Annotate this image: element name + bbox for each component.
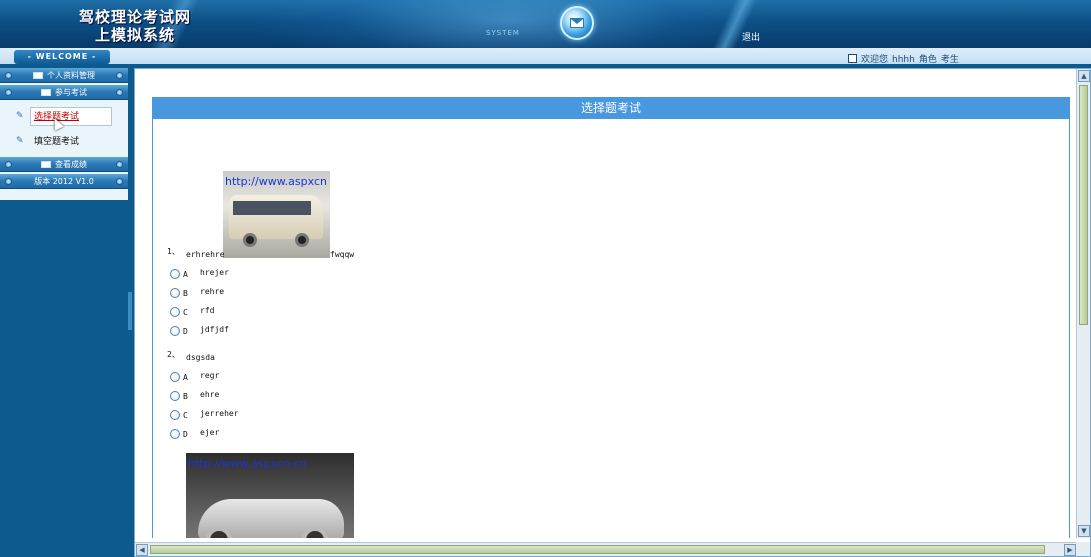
- user-info: 欢迎您 hhhh 角色 考生: [848, 52, 963, 65]
- menu-take-exam[interactable]: 参与考试: [0, 85, 128, 100]
- scroll-corner: [1076, 542, 1090, 556]
- scroll-thumb[interactable]: [150, 545, 1045, 554]
- sidebar-item-choice-exam[interactable]: ✎ 选择题考试: [0, 106, 128, 128]
- role-label: 角色: [918, 55, 937, 65]
- mail-globe-icon: [560, 6, 594, 40]
- option-text: rehre: [200, 287, 225, 296]
- site-title-line2: 上模拟系统: [94, 26, 175, 44]
- option-text: ejer: [200, 428, 220, 437]
- sidebar-item-label: 填空题考试: [34, 137, 80, 147]
- option-letter: B: [183, 392, 188, 401]
- username-text: hhhh: [892, 55, 915, 65]
- radio-button[interactable]: [170, 269, 180, 279]
- greeting-text: 欢迎您: [861, 55, 889, 65]
- header-banner: 驾校理论考试网 上模拟系统 SYSTEM 退出: [0, 0, 1091, 48]
- option-letter: C: [183, 308, 188, 317]
- menu-dot-icon: [5, 72, 12, 79]
- banner-swoosh: [690, 0, 780, 48]
- welcome-tab: - WELCOME -: [14, 50, 110, 64]
- question-image-car: http://www.aspxcn.cn: [186, 453, 354, 538]
- system-label: SYSTEM: [486, 29, 520, 37]
- welcome-label: WELCOME: [35, 52, 89, 61]
- question-number: 2、: [167, 350, 180, 359]
- menu-dot-icon: [5, 161, 12, 168]
- option-letter: D: [183, 327, 188, 336]
- question-image-bus: http://www.aspxcn: [223, 171, 330, 258]
- radio-button[interactable]: [170, 391, 180, 401]
- sidebar-item-fill-exam[interactable]: ✎ 填空题考试: [0, 131, 128, 153]
- book-icon: [848, 54, 857, 63]
- horizontal-scrollbar[interactable]: ◀ ▶: [135, 542, 1077, 556]
- menu-label: 个人资料管理: [47, 71, 95, 80]
- radio-button[interactable]: [170, 326, 180, 336]
- envelope-icon: [33, 72, 43, 79]
- radio-button[interactable]: [170, 429, 180, 439]
- site-title: 驾校理论考试网 上模拟系统: [70, 8, 200, 44]
- question-text: dsgsda: [186, 353, 215, 362]
- option-text: hrejer: [200, 268, 229, 277]
- sidebar-menu: 个人资料管理 参与考试 ✎ 选择题考试 ✎ 填空题考试 查看成绩 版本 2012…: [0, 68, 128, 200]
- option-text: rfd: [200, 306, 215, 315]
- site-title-line1: 驾校理论考试网: [78, 8, 191, 26]
- menu-dot-icon: [5, 89, 12, 96]
- option-letter: A: [183, 373, 188, 382]
- menu-dot-icon: [116, 178, 123, 185]
- menu-dot-icon: [5, 178, 12, 185]
- menu-label: 参与考试: [55, 88, 87, 97]
- logout-link[interactable]: 退出: [742, 30, 760, 43]
- option-text: regr: [200, 371, 220, 380]
- question-number: 1、: [167, 247, 180, 256]
- menu-label: 查看成绩: [55, 160, 87, 169]
- radio-button[interactable]: [170, 410, 180, 420]
- main-content: 选择题考试 http://www.aspxcn 1、 erhrehre fwqq…: [135, 69, 1075, 538]
- option-letter: D: [183, 430, 188, 439]
- main-frame: 选择题考试 http://www.aspxcn 1、 erhrehre fwqq…: [134, 68, 1091, 557]
- scroll-right-icon[interactable]: ▶: [1064, 544, 1076, 556]
- menu-view-scores[interactable]: 查看成绩: [0, 157, 128, 172]
- pencil-icon: ✎: [16, 136, 24, 146]
- option-text: ehre: [200, 390, 220, 399]
- radio-button[interactable]: [170, 307, 180, 317]
- option-letter: A: [183, 270, 188, 279]
- sidebar: 个人资料管理 参与考试 ✎ 选择题考试 ✎ 填空题考试 查看成绩 版本 2012…: [0, 68, 128, 557]
- question-text: erhrehre: [186, 250, 225, 259]
- question-text-suffix: fwqqw: [330, 250, 355, 259]
- option-letter: B: [183, 289, 188, 298]
- option-text: jerreher: [200, 409, 239, 418]
- menu-version: 版本 2012 V1.0: [0, 174, 128, 189]
- sidebar-resize-handle[interactable]: [128, 292, 132, 330]
- option-letter: C: [183, 411, 188, 420]
- scroll-left-icon[interactable]: ◀: [136, 544, 148, 556]
- panel-title: 选择题考试: [153, 98, 1069, 119]
- image-watermark: http://www.aspxcn.cn: [188, 457, 307, 470]
- scroll-up-icon[interactable]: ▲: [1078, 70, 1090, 82]
- role-text: 考生: [940, 55, 959, 65]
- exam-panel: 选择题考试 http://www.aspxcn 1、 erhrehre fwqq…: [152, 97, 1070, 538]
- option-text: jdfjdf: [200, 325, 229, 334]
- menu-dot-icon: [116, 161, 123, 168]
- radio-button[interactable]: [170, 288, 180, 298]
- scroll-thumb[interactable]: [1079, 85, 1088, 325]
- top-info-bar: - WELCOME - 欢迎您 hhhh 角色 考生: [0, 48, 1091, 66]
- menu-dot-icon: [116, 72, 123, 79]
- radio-button[interactable]: [170, 372, 180, 382]
- pencil-icon: ✎: [16, 111, 24, 121]
- envelope-icon: [41, 161, 51, 168]
- vertical-scrollbar[interactable]: ▲ ▼: [1076, 69, 1090, 538]
- image-watermark: http://www.aspxcn: [225, 175, 327, 188]
- version-label: 版本 2012 V1.0: [34, 177, 94, 186]
- scroll-down-icon[interactable]: ▼: [1078, 525, 1090, 537]
- menu-dot-icon: [116, 89, 123, 96]
- menu-profile[interactable]: 个人资料管理: [0, 68, 128, 83]
- envelope-icon: [41, 89, 51, 96]
